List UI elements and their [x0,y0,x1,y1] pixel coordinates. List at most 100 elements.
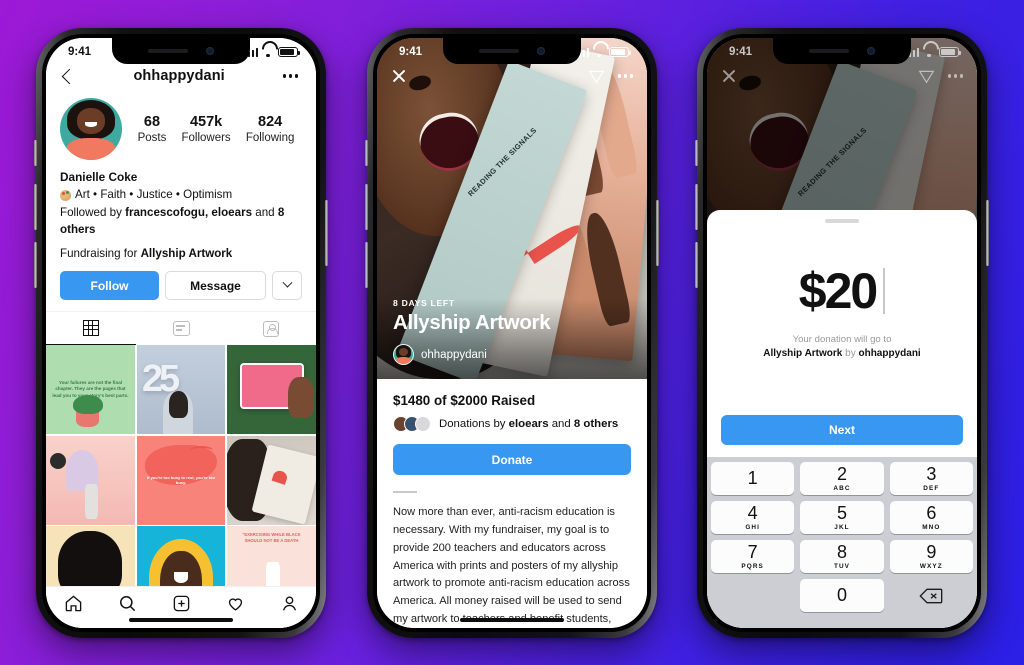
donors-row: Donations by eloears and 8 others [393,416,631,432]
battery-icon [609,47,632,57]
text-caret [883,267,886,314]
phone-fundraiser: 9:41 READING THE SIGNALS 8 DAYS LEFT All… [365,28,659,638]
mute-switch[interactable] [34,140,37,166]
profile-display-name: Danielle Coke [60,170,138,184]
battery-icon [939,47,962,57]
message-button[interactable]: Message [165,271,266,301]
keypad-delete-key[interactable] [890,579,973,612]
grid-post[interactable] [227,435,316,525]
followed-by-names[interactable]: francescofogu, eloears [125,206,252,219]
grid-post[interactable] [227,345,316,435]
instagram-profile-screen: ohhappydani 68 Posts 457k Followers 824 … [46,38,316,628]
grid-post[interactable]: Your failures are not the final chapter.… [46,345,135,435]
keypad-key-4[interactable]: 4 GHI [711,501,795,534]
volume-down-button[interactable] [34,242,37,288]
home-indicator [460,617,564,622]
stat-following[interactable]: 824 Following [246,114,295,144]
profile-tagline-row: Art • Faith • Justice • Optimism [60,186,302,203]
fundraiser-hero-image: ANATOMY READING THE SIGNALS [377,38,647,379]
destination-user: ohhappydani [858,347,921,359]
donate-button[interactable]: Donate [393,444,631,475]
home-icon[interactable] [64,594,83,613]
key-digit: 0 [836,584,847,605]
fundraising-link[interactable]: Allyship Artwork [141,247,233,260]
heart-icon[interactable] [226,594,245,613]
stat-label: Posts [137,131,167,144]
donors-text: Donations by eloears and 8 others [439,418,618,430]
stat-followers[interactable]: 457k Followers [181,114,230,144]
donors-others[interactable]: 8 others [574,418,618,430]
battery-icon [278,47,301,57]
background-gradient: 9:41 ohhappydani 68 Posts 457k Followers… [0,0,1024,665]
volume-up-button[interactable] [695,184,698,230]
key-digit: 1 [747,467,758,488]
notch [112,38,250,64]
donor-name[interactable]: eloears [509,418,549,430]
phone-inner-bezel: 9:41 [373,34,651,632]
fundraiser-owner[interactable]: ohhappydani [393,344,631,365]
share-paper-plane-icon[interactable] [918,69,935,84]
amount-value: $20 [798,262,878,319]
profile-icon[interactable] [280,594,299,613]
wifi-icon [262,48,274,57]
eyelash [189,446,214,455]
follow-button[interactable]: Follow [60,271,159,301]
keypad-key-6[interactable]: 6 MNO [889,501,973,534]
stat-posts[interactable]: 68 Posts [138,114,167,144]
tab-igtv[interactable] [136,312,226,345]
keypad-key-7[interactable]: 7 PQRS [711,540,795,573]
key-letters: GHI [745,524,760,531]
search-icon[interactable] [118,594,137,613]
key-digit: 7 [747,542,758,562]
volume-up-button[interactable] [34,184,37,230]
avatar[interactable] [60,98,122,160]
volume-down-button[interactable] [695,242,698,288]
volume-down-button[interactable] [365,242,368,288]
keypad-key-1[interactable]: 1 [711,462,795,495]
profile-bio: Danielle Coke Art • Faith • Justice • Op… [46,160,316,262]
keypad-key-8[interactable]: 8 TUV [800,540,884,573]
more-options-icon[interactable] [283,74,298,78]
phone-screen: 9:41 ohhappydani 68 Posts 457k Followers… [46,38,316,628]
power-button[interactable] [656,200,659,266]
add-post-icon[interactable] [172,594,191,613]
donation-destination-label: Your donation will go to [792,333,892,345]
tab-tagged[interactable] [226,312,316,345]
donation-amount-input[interactable]: $20 [798,262,886,320]
donor-avatars [393,416,431,432]
profile-tagline: Art • Faith • Justice • Optimism [75,188,233,202]
keypad-key-3[interactable]: 3 DEF [889,462,973,495]
avatar [393,344,414,365]
close-icon[interactable] [391,68,407,84]
share-paper-plane-icon[interactable] [588,69,605,84]
donation-amount-sheet: $20 Your donation will go to Allyship Ar… [707,210,977,628]
page-title: ohhappydani [133,68,225,84]
more-actions-button[interactable] [272,271,302,301]
mute-switch[interactable] [695,140,698,166]
keypad-key-0[interactable]: 0 [800,579,884,612]
grid-post[interactable]: If you're too busy to rest, you're too b… [136,435,226,525]
keypad-key-5[interactable]: 5 JKL [800,501,884,534]
next-button[interactable]: Next [721,415,963,445]
numeric-keypad: 1 2 ABC 3 DEF 4 GHI 5 JKL 6 MNO 7 PQRS 8… [707,457,977,628]
power-button[interactable] [325,200,328,266]
more-options-icon[interactable] [948,74,963,78]
status-time: 9:41 [399,46,423,58]
keypad-key-9[interactable]: 9 WXYZ [889,540,973,573]
grid-post[interactable]: 25 [136,345,226,435]
destination-by: by [842,347,859,359]
close-icon[interactable] [721,68,737,84]
back-chevron-icon[interactable] [61,68,78,84]
keypad-key-2[interactable]: 2 ABC [800,462,884,495]
volume-up-button[interactable] [365,184,368,230]
more-options-icon[interactable] [618,74,633,78]
mute-switch[interactable] [365,140,368,166]
key-letters: ABC [833,485,851,492]
followed-by-prefix: Followed by [60,205,126,219]
chevron-down-icon [282,277,292,288]
key-digit: 2 [836,464,847,484]
grid-post[interactable] [46,435,135,525]
tab-grid[interactable] [46,312,136,346]
status-time: 9:41 [729,46,753,58]
power-button[interactable] [986,200,989,266]
